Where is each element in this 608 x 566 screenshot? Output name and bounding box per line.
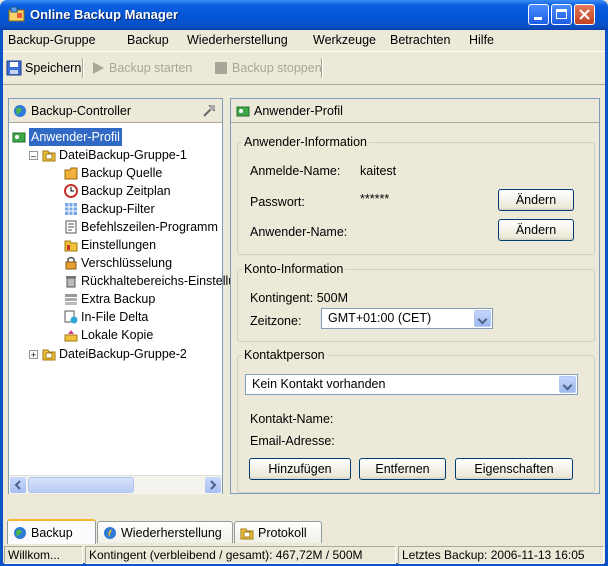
toolbar-separator <box>82 58 84 78</box>
chevron-left-icon <box>14 480 21 490</box>
remove-contact-button[interactable]: Entfernen <box>359 458 446 480</box>
local-copy-icon <box>64 330 78 342</box>
menu-view[interactable]: Betrachten <box>390 33 450 47</box>
backup-controller-title: Backup-Controller <box>31 104 132 118</box>
maximize-button[interactable] <box>551 4 572 25</box>
contact-select-value: Kein Kontakt vorhanden <box>252 377 386 391</box>
account-info-legend: Konto-Information <box>244 262 344 276</box>
folder-icon <box>42 150 56 162</box>
user-info-legend: Anwender-Information <box>244 135 367 149</box>
change-password-button[interactable]: Ändern <box>498 189 574 211</box>
lock-icon <box>65 256 77 270</box>
scroll-left-button[interactable] <box>10 477 26 493</box>
timezone-value: GMT+01:00 (CET) <box>328 311 432 325</box>
close-icon <box>579 9 590 20</box>
contact-legend: Kontaktperson <box>244 348 325 362</box>
menu-backup[interactable]: Backup <box>127 33 169 47</box>
scroll-right-button[interactable] <box>205 477 221 493</box>
globe-restore-icon <box>104 526 116 539</box>
add-contact-button[interactable]: Hinzufügen <box>249 458 351 480</box>
email-address-label: Email-Adresse: <box>250 434 335 448</box>
dropdown-arrow-icon[interactable] <box>474 310 491 327</box>
backup-controller-header: Backup-Controller <box>9 99 222 123</box>
timezone-select[interactable]: GMT+01:00 (CET) <box>321 308 493 329</box>
user-profile-icon <box>236 106 250 117</box>
wrench-icon[interactable] <box>202 103 217 118</box>
scroll-thumb[interactable] <box>28 477 134 493</box>
stop-icon <box>215 62 227 74</box>
profile-panel-title: Anwender-Profil <box>254 104 343 118</box>
tree-item-group-2[interactable]: DateiBackup-Gruppe-2 <box>42 345 187 363</box>
login-name-value: kaitest <box>360 164 397 178</box>
profile-panel-header: Anwender-Profil <box>231 99 599 123</box>
tree-item-in-file-delta[interactable]: In-File Delta <box>64 308 148 326</box>
password-label: Passwort: <box>250 195 305 209</box>
tree-item-encryption[interactable]: Verschlüsselung <box>64 254 172 272</box>
play-icon <box>93 62 104 74</box>
folder-icon <box>42 349 56 361</box>
tab-log[interactable]: Protokoll <box>234 521 322 543</box>
tree-item-settings[interactable]: Einstellungen <box>64 236 156 254</box>
password-value: ****** <box>360 192 390 206</box>
filter-grid-icon <box>65 203 77 215</box>
globe-icon <box>14 526 26 539</box>
login-name-label: Anmelde-Name: <box>250 164 341 178</box>
menu-bar: Backup-Gruppe Backup Wiederherstellung W… <box>3 30 605 51</box>
toolbar: Speichern Backup starten Backup stoppen <box>3 51 605 85</box>
tab-backup[interactable]: Backup <box>7 519 96 544</box>
dropdown-arrow-icon[interactable] <box>559 376 576 393</box>
start-backup-button[interactable]: Backup starten <box>90 58 192 78</box>
app-icon <box>8 6 25 22</box>
tab-restore[interactable]: Wiederherstellung <box>97 521 233 543</box>
folder-source-icon <box>64 167 78 180</box>
delta-icon <box>64 310 78 324</box>
status-quota: Kontingent (verbleibend / gesamt): 467,7… <box>85 546 396 564</box>
contact-name-label: Kontakt-Name: <box>250 412 334 426</box>
user-profile-icon <box>12 132 26 143</box>
username-label: Anwender-Name: <box>250 225 348 239</box>
menu-backup-group[interactable]: Backup-Gruppe <box>8 33 96 47</box>
document-icon <box>65 220 77 234</box>
tree-item-command-line[interactable]: Befehlszeilen-Programm <box>64 218 218 236</box>
menu-tools[interactable]: Werkzeuge <box>313 33 376 47</box>
minimize-button[interactable] <box>528 4 549 25</box>
save-button[interactable]: Speichern <box>6 58 81 78</box>
tree-item-backup-filter[interactable]: Backup-Filter <box>64 200 155 218</box>
status-welcome: Willkom... <box>4 546 83 564</box>
tree-item-local-copy[interactable]: Lokale Kopie <box>64 326 153 344</box>
clock-icon <box>64 184 78 198</box>
chevron-right-icon <box>210 480 217 490</box>
save-icon <box>6 60 22 76</box>
menu-restore[interactable]: Wiederherstellung <box>187 33 288 47</box>
menu-help[interactable]: Hilfe <box>469 33 494 47</box>
timezone-label: Zeitzone: <box>250 314 302 328</box>
tree-item-extra-backup[interactable]: Extra Backup <box>64 290 155 308</box>
change-username-button[interactable]: Ändern <box>498 219 574 241</box>
globe-icon <box>14 105 26 117</box>
tree-item-backup-schedule[interactable]: Backup Zeitplan <box>64 182 171 200</box>
close-button[interactable] <box>574 4 595 25</box>
tree-item-group-1[interactable]: DateiBackup-Gruppe-1 <box>42 146 187 164</box>
expand-toggle[interactable]: + <box>29 350 38 360</box>
log-folder-icon <box>240 528 254 539</box>
contact-properties-button[interactable]: Eigenschaften <box>455 458 573 480</box>
horizontal-scrollbar[interactable] <box>9 475 222 494</box>
stack-icon <box>65 294 77 305</box>
toolbar-separator <box>321 58 323 78</box>
tree-item-backup-source[interactable]: Backup Quelle <box>64 164 162 182</box>
quota-text: Kontingent: 500M <box>250 291 348 305</box>
window-title: Online Backup Manager <box>30 7 179 22</box>
collapse-toggle[interactable]: – <box>29 151 38 161</box>
tree-item-profile[interactable]: Anwender-Profil <box>12 127 123 147</box>
settings-folder-icon <box>64 240 78 252</box>
trash-icon <box>66 276 76 288</box>
title-bar[interactable]: Online Backup Manager <box>0 0 608 30</box>
status-last-backup: Letztes Backup: 2006-11-13 16:05 <box>398 546 604 564</box>
stop-backup-button[interactable]: Backup stoppen <box>213 58 322 78</box>
contact-select[interactable]: Kein Kontakt vorhanden <box>245 374 578 395</box>
